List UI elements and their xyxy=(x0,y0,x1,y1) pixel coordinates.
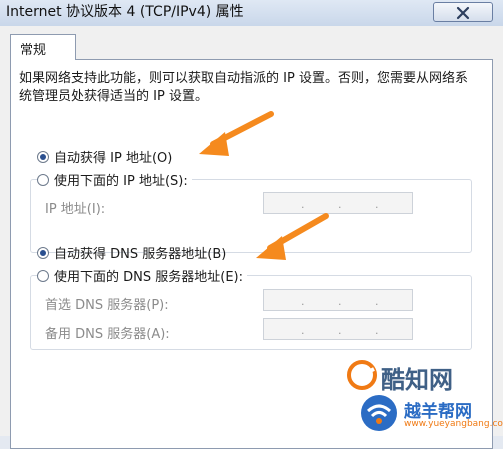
kuzhi-logo-icon xyxy=(347,360,377,390)
auto-ip-option[interactable]: 自动获得 IP 地址(O) xyxy=(37,147,172,166)
kuzhi-watermark: 酷知网 xyxy=(381,366,453,394)
manual-ip-option[interactable]: 使用下面的 IP 地址(S): xyxy=(37,170,192,189)
title-bar: Internet 协议版本 4 (TCP/IPv4) 属性 xyxy=(0,0,503,27)
tab-general-label: 常规 xyxy=(20,43,47,58)
ip-separator: . xyxy=(375,324,379,337)
arrow-annotation xyxy=(199,111,274,156)
manual-dns-label: 使用下面的 DNS 服务器地址(E): xyxy=(54,270,243,285)
alternate-dns-label: 备用 DNS 服务器(A): xyxy=(45,327,170,342)
auto-dns-label: 自动获得 DNS 服务器地址(B) xyxy=(54,247,227,262)
arrow-annotation xyxy=(256,213,329,260)
ip-separator: . xyxy=(375,295,379,308)
auto-dns-option[interactable]: 自动获得 DNS 服务器地址(B) xyxy=(37,243,226,262)
ip-separator: . xyxy=(338,295,342,308)
tab-general[interactable]: 常规 xyxy=(10,34,76,60)
ip-separator: . xyxy=(301,295,305,308)
close-button[interactable] xyxy=(433,2,493,22)
manual-ip-label: 使用下面的 IP 地址(S): xyxy=(54,174,188,189)
alternate-dns-input[interactable]: . . . xyxy=(263,318,413,340)
auto-ip-radio[interactable] xyxy=(37,150,49,163)
ip-separator: . xyxy=(338,198,342,211)
ip-separator: . xyxy=(375,198,379,211)
auto-dns-radio[interactable] xyxy=(37,246,49,259)
ip-separator: . xyxy=(301,324,305,337)
preferred-dns-input[interactable]: . . . xyxy=(263,289,413,311)
manual-dns-option[interactable]: 使用下面的 DNS 服务器地址(E): xyxy=(37,266,247,285)
manual-dns-radio[interactable] xyxy=(37,269,49,282)
close-icon xyxy=(456,6,470,20)
ip-address-label: IP 地址(I): xyxy=(45,202,106,217)
preferred-dns-label: 首选 DNS 服务器(P): xyxy=(45,298,169,313)
window-title: Internet 协议版本 4 (TCP/IPv4) 属性 xyxy=(6,4,244,20)
description-text: 如果网络支持此功能，则可以获取自动指派的 IP 设置。否则，您需要从网络系统管理… xyxy=(19,71,468,104)
yueyang-url-watermark: www.yueyangbang.com xyxy=(404,419,503,429)
ip-separator: . xyxy=(338,324,342,337)
wifi-logo-icon xyxy=(361,395,397,431)
manual-ip-radio[interactable] xyxy=(37,173,49,186)
auto-ip-label: 自动获得 IP 地址(O) xyxy=(54,151,173,166)
